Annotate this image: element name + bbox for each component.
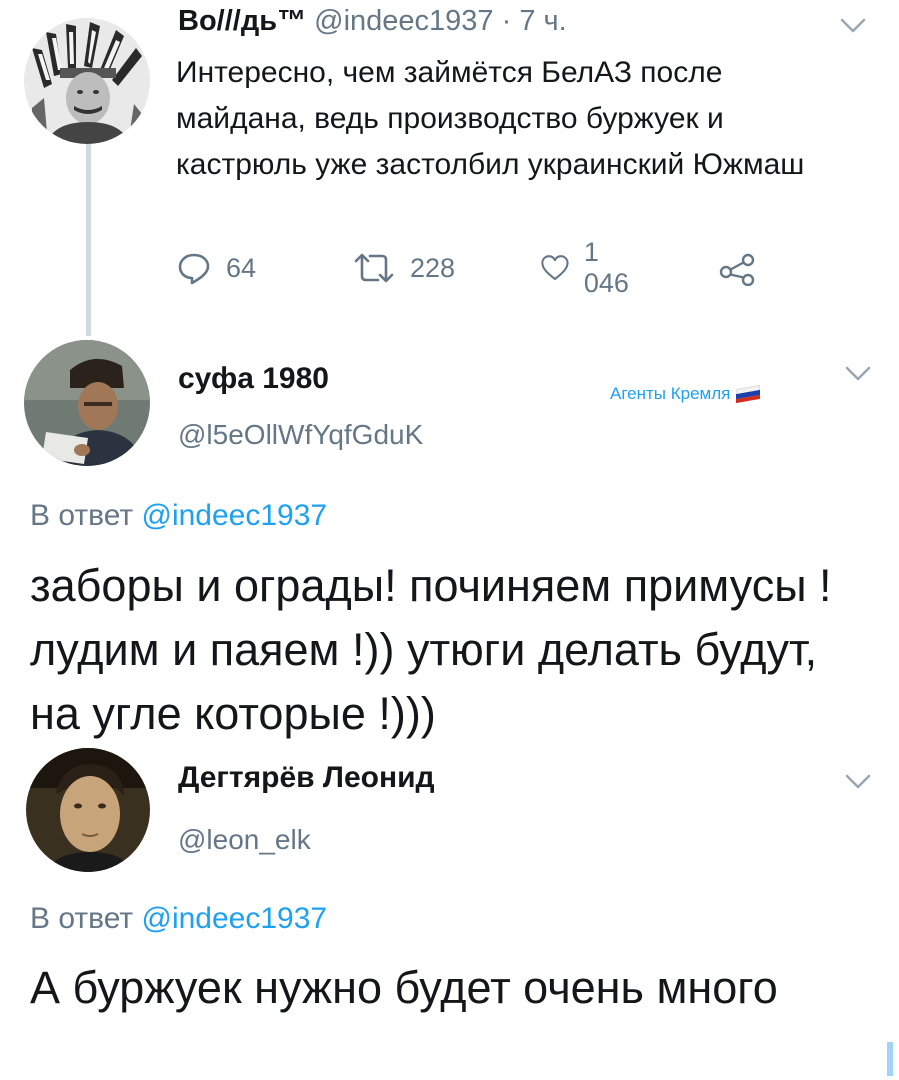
reply-count: 64 (226, 252, 257, 283)
reply-handle-link[interactable]: @indeec1937 (141, 499, 327, 532)
avatar-degtyarev[interactable] (26, 748, 150, 872)
author-handle[interactable]: @l5eOllWfYqfGduK (178, 417, 423, 453)
chevron-down-icon[interactable] (838, 14, 868, 36)
tweet-1-header: Во///дь™ @indeec1937 · 7 ч. (178, 2, 567, 40)
retweet-button[interactable]: 228 (352, 248, 455, 288)
chevron-down-icon[interactable] (843, 362, 873, 384)
heart-icon (541, 255, 569, 281)
list-badge[interactable]: Агенты Кремля (610, 383, 761, 405)
reply-icon (178, 253, 210, 285)
list-badge-label: Агенты Кремля (610, 384, 731, 403)
like-count: 1 046 (583, 237, 629, 298)
avatar-image (24, 340, 150, 466)
like-button[interactable]: 1 046 (540, 237, 637, 298)
reply-context: В ответ @indeec1937 (30, 900, 327, 938)
scroll-indicator[interactable] (887, 1042, 893, 1076)
reply-button[interactable]: 64 (176, 248, 256, 288)
share-button[interactable] (718, 248, 758, 288)
author-name[interactable]: суфа 1980 (178, 360, 329, 398)
reply-prefix: В ответ (30, 902, 134, 935)
tweet-1-text: Интересно, чем займётся БелАЗ после майд… (176, 56, 805, 181)
thread-connector-line (86, 136, 91, 336)
retweet-icon (354, 253, 394, 283)
reply-context: В ответ @indeec1937 (30, 497, 327, 535)
avatar-vozhd[interactable] (24, 18, 150, 144)
share-icon (719, 253, 755, 286)
avatar-sufa[interactable] (24, 340, 150, 466)
avatar-image (26, 748, 150, 872)
author-name[interactable]: Дегтярёв Леонид (178, 758, 435, 798)
author-handle[interactable]: @indeec1937 (314, 5, 493, 37)
reply-handle-link[interactable]: @indeec1937 (141, 902, 327, 935)
russian-flag-icon (736, 384, 761, 404)
tweet-3-text: А буржуек нужно будет очень много (30, 962, 778, 1013)
retweet-count: 228 (410, 252, 456, 283)
tweet-time[interactable]: · 7 ч. (502, 5, 567, 37)
chevron-down-icon[interactable] (843, 770, 873, 792)
avatar-image (24, 18, 150, 144)
reply-prefix: В ответ (30, 499, 134, 532)
author-handle[interactable]: @leon_elk (178, 822, 311, 858)
author-name[interactable]: Во///дь™ (178, 5, 306, 37)
tweet-2-text: заборы и ограды! починяем примусы ! луди… (30, 560, 832, 739)
